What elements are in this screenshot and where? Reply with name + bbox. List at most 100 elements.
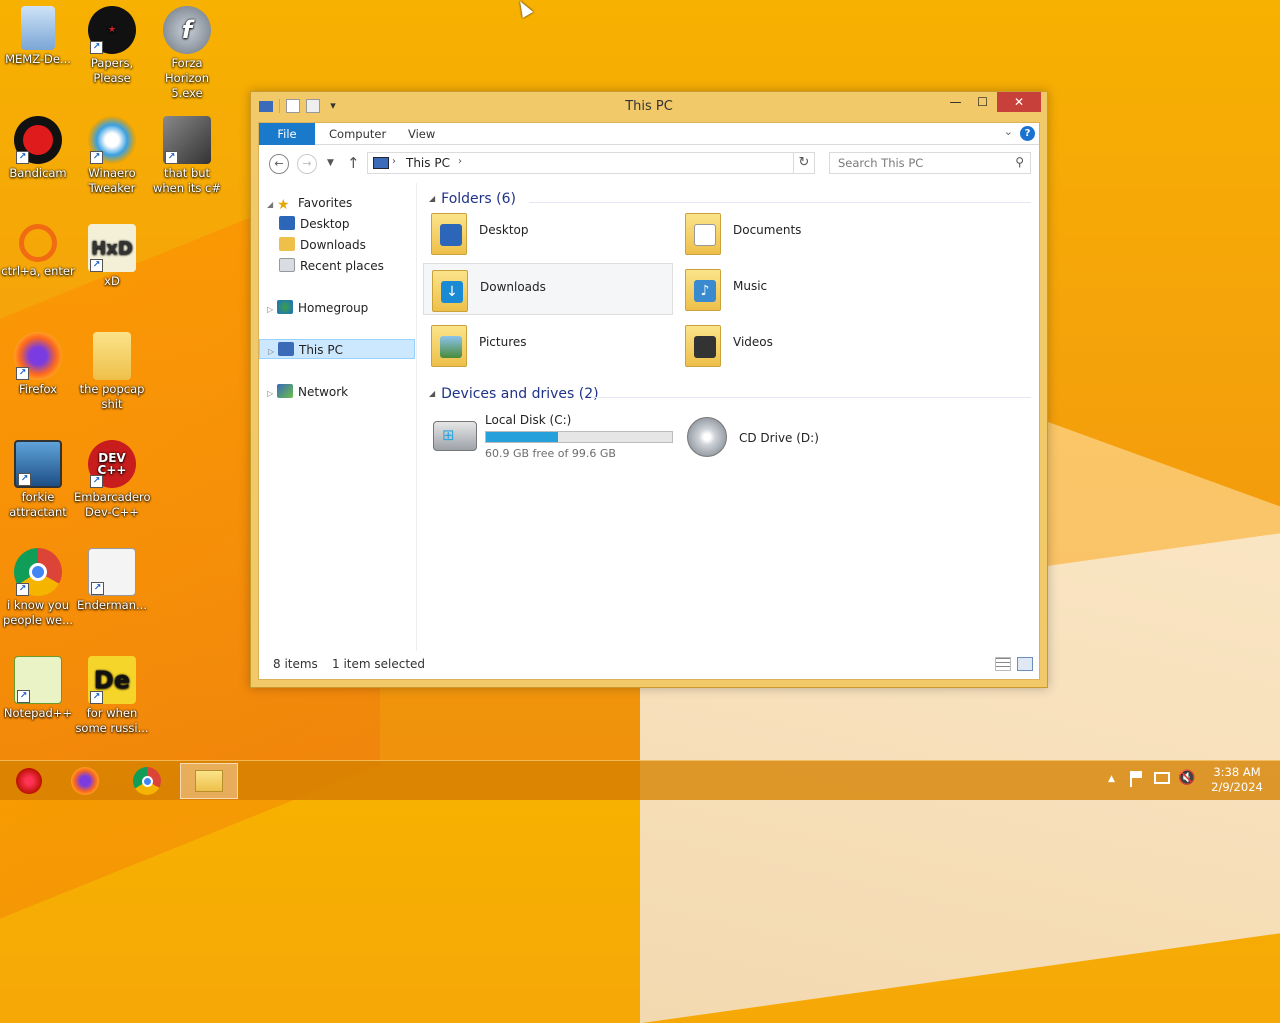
group-header-drives[interactable]: ◢ Devices and drives (2) xyxy=(429,386,599,406)
address-bar[interactable]: › This PC › ⌄ xyxy=(367,152,812,174)
nav-label: Recent places xyxy=(300,259,384,273)
recent-locations-icon[interactable]: ▼ xyxy=(327,158,334,168)
flash-icon: f xyxy=(163,6,211,54)
network-icon[interactable] xyxy=(1154,772,1170,784)
windows-logo-icon: ⊞ xyxy=(442,426,455,444)
drive-tile-c[interactable]: ⊞ Local Disk (C:) 60.9 GB free of 99.6 G… xyxy=(429,411,679,463)
search-box[interactable]: Search This PC ⚲ xyxy=(829,152,1031,174)
refresh-button[interactable]: ↻ xyxy=(793,152,815,174)
desktop-icon-xd[interactable]: HxD ↗ xD xyxy=(74,224,150,289)
desktop-icon-forza[interactable]: f Forza Horizon 5.exe xyxy=(149,6,225,101)
ribbon-expand-icon[interactable]: ⌄ xyxy=(1004,125,1013,138)
maximize-button[interactable]: ☐ xyxy=(969,92,996,112)
folder-tile-music[interactable]: ♪ Music xyxy=(677,263,927,315)
desktop-icon-memz[interactable]: MEMZ-De... xyxy=(0,6,76,67)
window-icon: ↗ xyxy=(88,548,136,596)
desktop-icon-de[interactable]: De ↗ for when some russi... xyxy=(74,656,150,736)
minimize-button[interactable]: — xyxy=(942,92,969,112)
taskbar: ▲ 🔇 3:38 AM 2/9/2024 xyxy=(0,760,1280,800)
volume-muted-icon[interactable]: 🔇 xyxy=(1178,770,1195,786)
ribbon: File Computer View ⌄ ? xyxy=(259,123,1039,145)
tab-computer[interactable]: Computer xyxy=(317,123,398,145)
devcpp-icon: DEV C++ ↗ xyxy=(88,440,136,488)
folder-tile-downloads[interactable]: ↓ Downloads xyxy=(423,263,673,315)
taskbar-app-ornament[interactable] xyxy=(0,763,58,799)
desktop-icon-firefox[interactable]: ↗ Firefox xyxy=(0,332,76,397)
desktop-icon-forkie[interactable]: ↗ forkie attractant xyxy=(0,440,76,520)
collapsed-arrow-icon[interactable]: ▷ xyxy=(267,384,277,404)
music-folder-icon: ♪ xyxy=(685,269,721,311)
nav-network[interactable]: ▷ Network xyxy=(259,382,348,402)
status-bar: 8 items 1 item selected xyxy=(259,651,1039,679)
desktop-icon-label: Papers, Please xyxy=(90,56,134,85)
action-center-flag-icon[interactable] xyxy=(1130,771,1146,787)
winaero-icon: ↗ xyxy=(88,116,136,164)
tab-view[interactable]: View xyxy=(396,123,447,145)
desktop-icon-label: Notepad++ xyxy=(3,706,73,720)
nav-favorites[interactable]: ◢ ★ Favorites xyxy=(259,193,352,213)
group-title: Folders (6) xyxy=(441,191,516,207)
desktop-icon-devcpp[interactable]: DEV C++ ↗ Embarcadero Dev-C++ xyxy=(74,440,151,520)
address-chevron-icon[interactable]: › xyxy=(392,156,396,167)
taskbar-app-file-explorer[interactable] xyxy=(180,763,238,799)
desktop-icon-winaero[interactable]: ↗ Winaero Tweaker xyxy=(74,116,150,196)
nav-item-downloads[interactable]: Downloads xyxy=(279,235,366,255)
item-count: 8 items xyxy=(273,657,318,671)
taskbar-app-firefox[interactable] xyxy=(56,763,114,799)
taskbar-app-chrome[interactable] xyxy=(118,763,176,799)
show-hidden-icons-button[interactable]: ▲ xyxy=(1108,774,1115,784)
desktop-icon-chrome[interactable]: ↗ i know you people we... xyxy=(0,548,76,628)
window-title: This PC xyxy=(625,99,673,114)
desktop-icon-bandicam[interactable]: ↗ Bandicam xyxy=(0,116,76,181)
collapse-arrow-icon[interactable]: ◢ xyxy=(429,194,435,203)
star-icon: ★ xyxy=(277,197,290,213)
tab-file[interactable]: File xyxy=(259,123,315,145)
drive-tile-d[interactable]: CD Drive (D:) xyxy=(683,411,933,463)
address-path[interactable]: This PC xyxy=(406,156,450,170)
desktop-icon-ctrl-a[interactable]: ctrl+a, enter xyxy=(0,224,76,279)
this-pc-icon xyxy=(278,342,294,356)
ornament-icon xyxy=(16,768,42,794)
videos-folder-icon xyxy=(685,325,721,367)
back-button[interactable]: ← xyxy=(269,154,289,174)
desktop-icon-papers-please[interactable]: ★ ↗ Papers, Please xyxy=(74,6,150,86)
nav-label: Network xyxy=(298,385,349,399)
stack-icon: ↗ xyxy=(163,116,211,164)
nav-item-recent[interactable]: Recent places xyxy=(279,256,384,276)
desktop-icon-enderman[interactable]: ↗ Enderman... xyxy=(74,548,150,613)
folder-tile-desktop[interactable]: Desktop xyxy=(423,207,673,259)
folder-tile-pictures[interactable]: Pictures xyxy=(423,319,673,371)
explorer-window[interactable]: ▾ This PC — ☐ ✕ File Computer View ⌄ ? ←… xyxy=(250,91,1048,688)
nav-label: Downloads xyxy=(300,238,366,252)
hxd-icon: HxD ↗ xyxy=(88,224,136,272)
downloads-folder-icon: ↓ xyxy=(432,270,468,312)
up-button[interactable]: ↑ xyxy=(347,154,360,172)
collapsed-arrow-icon[interactable]: ▷ xyxy=(267,300,277,320)
folder-tile-documents[interactable]: Documents xyxy=(677,207,927,259)
collapse-arrow-icon[interactable]: ◢ xyxy=(429,389,435,398)
nav-this-pc[interactable]: ▷ This PC xyxy=(259,339,415,359)
forward-button[interactable]: → xyxy=(297,154,317,174)
help-button[interactable]: ? xyxy=(1020,126,1035,141)
search-input[interactable]: Search This PC xyxy=(838,156,923,170)
large-icons-view-button[interactable] xyxy=(1017,657,1033,671)
title-bar[interactable]: ▾ This PC — ☐ ✕ xyxy=(251,92,1047,122)
expanded-arrow-icon[interactable]: ◢ xyxy=(267,195,277,215)
nav-label: Desktop xyxy=(300,217,350,231)
taskbar-clock[interactable]: 3:38 AM 2/9/2024 xyxy=(1204,765,1270,795)
details-view-button[interactable] xyxy=(995,657,1011,671)
close-button[interactable]: ✕ xyxy=(997,92,1041,112)
desktop-icon-notepadpp[interactable]: ↗ Notepad++ xyxy=(0,656,76,721)
nav-label: Homegroup xyxy=(298,301,369,315)
recycle-bin-icon xyxy=(21,6,55,50)
nav-item-desktop[interactable]: Desktop xyxy=(279,214,350,234)
collapsed-arrow-icon[interactable]: ▷ xyxy=(268,342,278,362)
address-chevron-icon[interactable]: › xyxy=(458,156,462,167)
desktop-icon-popcap[interactable]: the popcap shit xyxy=(74,332,150,412)
folder-tile-videos[interactable]: Videos xyxy=(677,319,927,371)
desktop-icon-csharp[interactable]: ↗ that but when its c# xyxy=(149,116,225,196)
record-icon: ↗ xyxy=(14,116,62,164)
clock-date: 2/9/2024 xyxy=(1211,780,1263,794)
desktop-icon-label: for when some russi... xyxy=(75,706,149,735)
nav-homegroup[interactable]: ▷ Homegroup xyxy=(259,298,368,318)
